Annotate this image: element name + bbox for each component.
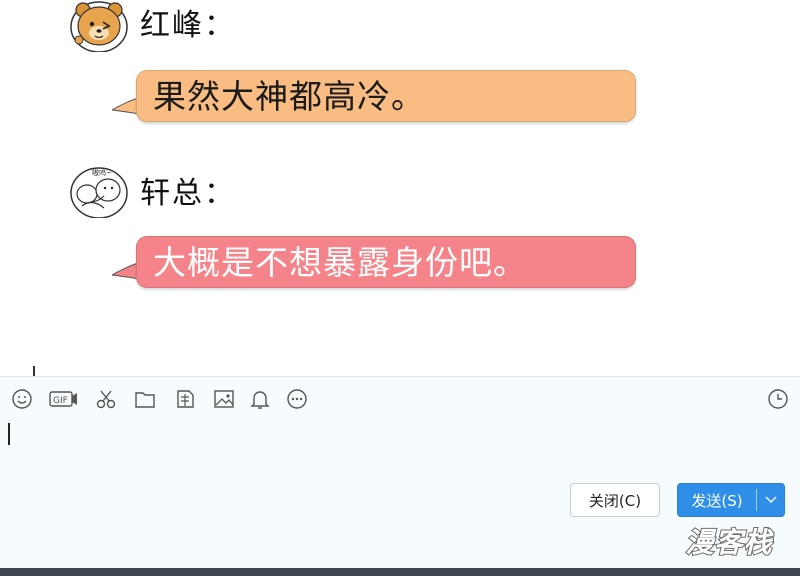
message-bubble: 果然大神都高冷。 [136, 70, 636, 122]
gif-icon[interactable]: GIF [48, 387, 78, 411]
svg-text:GIF: GIF [53, 396, 68, 406]
watermark-logo: 漫客栈 [668, 516, 790, 566]
document-icon[interactable] [173, 387, 197, 411]
avatar-caption: 嗷呜~ [92, 169, 112, 177]
folder-icon[interactable] [133, 387, 157, 411]
close-button[interactable]: 关闭(C) [570, 483, 660, 517]
image-icon[interactable] [212, 387, 236, 411]
doodle-avatar[interactable]: 嗷呜~ [68, 166, 130, 219]
bell-icon[interactable] [248, 387, 272, 411]
message-input[interactable] [8, 423, 10, 445]
bear-avatar[interactable] [68, 0, 130, 53]
clock-icon[interactable] [766, 387, 790, 411]
more-icon[interactable] [285, 387, 309, 411]
message-bubble: 大概是不想暴露身份吧。 [136, 236, 636, 288]
chat-history: 红峰： 果然大神都高冷。 嗷呜~ 轩总： 大概是不想暴露身份吧。 [0, 0, 800, 370]
bottom-border [0, 568, 800, 576]
sender-name: 轩总： [140, 176, 236, 211]
sender-name: 红峰： [140, 8, 236, 43]
watermark-text: 漫客栈 [684, 525, 773, 560]
chevron-down-icon[interactable] [757, 495, 784, 505]
emoji-icon[interactable] [10, 387, 34, 411]
send-button-label: 发送(S) [691, 491, 743, 510]
scissors-icon[interactable] [94, 387, 118, 411]
send-button[interactable]: 发送(S) [677, 483, 785, 517]
composer-toolbar: GIF [0, 387, 800, 413]
